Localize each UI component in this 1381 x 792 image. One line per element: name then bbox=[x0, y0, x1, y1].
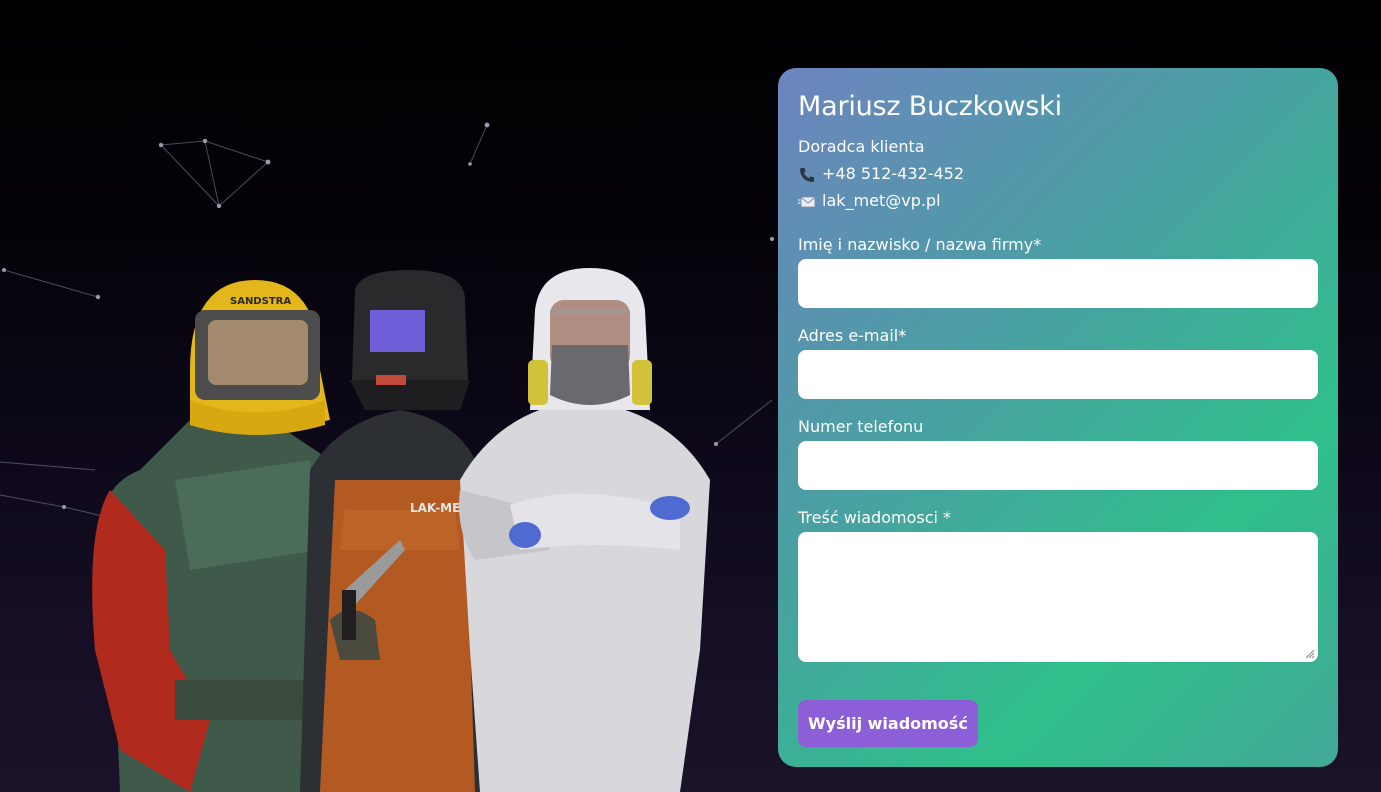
contact-role-row: Doradca klienta bbox=[798, 133, 1318, 160]
email-field-label: Adres e-mail* bbox=[798, 326, 907, 345]
phone-icon bbox=[798, 165, 816, 183]
helmet-text: SANDSTRA bbox=[230, 296, 291, 307]
contact-name: Mariusz Buczkowski bbox=[798, 91, 1062, 122]
contact-info: Doradca klienta +48 512-432-452 lak_met@… bbox=[798, 133, 1318, 214]
workers-photo: SANDSTRA LAK-ME bbox=[92, 268, 710, 792]
envelope-icon bbox=[798, 192, 816, 210]
phone-field-label: Numer telefonu bbox=[798, 417, 924, 436]
name-field-label: Imię i nazwisko / nazwa firmy* bbox=[798, 235, 1042, 254]
contact-email-row: lak_met@vp.pl bbox=[798, 187, 1318, 214]
apron-text: LAK-ME bbox=[410, 501, 460, 515]
message-field-label: Treść wiadomosci * bbox=[798, 508, 952, 527]
send-message-button[interactable]: Wyślij wiadomość bbox=[798, 700, 978, 747]
contact-card: Mariusz Buczkowski Doradca klienta +48 5… bbox=[778, 68, 1338, 767]
message-field[interactable] bbox=[798, 532, 1318, 662]
email-field[interactable] bbox=[798, 350, 1318, 399]
contact-role: Doradca klienta bbox=[798, 137, 925, 156]
phone-field[interactable] bbox=[798, 441, 1318, 490]
coverall-worker bbox=[459, 268, 710, 792]
resize-grip-icon[interactable] bbox=[1305, 649, 1315, 659]
contact-email[interactable]: lak_met@vp.pl bbox=[822, 187, 941, 214]
name-field[interactable] bbox=[798, 259, 1318, 308]
welder-worker: LAK-ME bbox=[300, 270, 490, 792]
contact-phone-row: +48 512-432-452 bbox=[798, 160, 1318, 187]
contact-phone[interactable]: +48 512-432-452 bbox=[822, 160, 964, 187]
